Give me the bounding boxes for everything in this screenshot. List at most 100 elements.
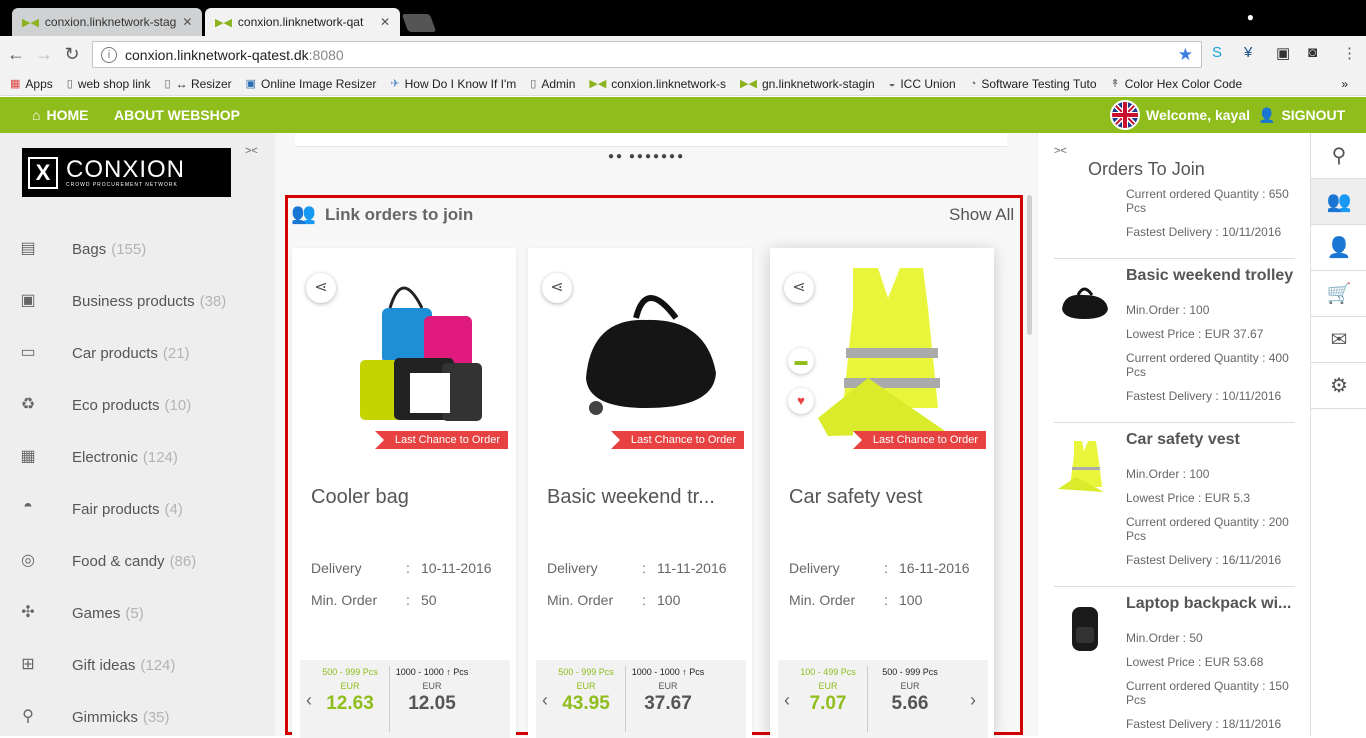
vest-thumbnail xyxy=(1058,441,1104,492)
heart-icon[interactable]: ♥ xyxy=(788,388,814,414)
next-tier-arrow-icon[interactable]: › xyxy=(970,690,976,711)
category-bags[interactable]: ▤ Bags (155) xyxy=(16,238,146,260)
conxion-favicon-icon: ▶◀ xyxy=(215,16,232,29)
browser-tab-1[interactable]: ▶◀ conxion.linknetwork-stag ✕ xyxy=(12,8,202,36)
menu-dots-icon[interactable]: ⋮ xyxy=(1342,44,1357,62)
browser-profile-icon[interactable]: ● xyxy=(1247,10,1254,24)
home-link[interactable]: ⌂ HOME xyxy=(32,107,88,123)
about-webshop-link[interactable]: ABOUT WEBSHOP xyxy=(114,107,240,123)
share-icon[interactable]: ⋖ xyxy=(306,273,336,303)
bookmark-color-hex[interactable]: ↟ Color Hex Color Code xyxy=(1111,77,1243,91)
bookmark-icc-union[interactable]: ◒ ICC Union xyxy=(889,77,956,91)
cooler-bag-image xyxy=(360,286,482,421)
bookmarks-overflow[interactable]: » xyxy=(1341,77,1348,91)
product-card-weekend-trolley[interactable]: ⋖ Last Chance to Order Basic weekend tr.… xyxy=(528,248,752,738)
new-tab-button[interactable] xyxy=(401,14,437,32)
user-icon[interactable]: 👤 xyxy=(1311,225,1366,271)
category-car-products[interactable]: ▭ Car products (21) xyxy=(16,342,189,364)
close-tab-icon[interactable]: ✕ xyxy=(182,15,192,29)
wand-icon: ⚲ xyxy=(22,708,34,725)
bird-icon: ✈ xyxy=(390,78,400,90)
tier-price: 5.66 xyxy=(891,693,929,714)
bookmark-gn-linknetwork[interactable]: ▶◀ gn.linknetwork-stagin xyxy=(740,77,875,91)
category-label: Games xyxy=(72,604,121,622)
product-title[interactable]: Basic weekend tr... xyxy=(547,486,737,509)
info-icon[interactable]: i xyxy=(101,46,117,63)
logo-tagline: CROWD PROCUREMENT NETWORK xyxy=(66,181,178,188)
scrollbar[interactable] xyxy=(1027,195,1032,335)
category-games[interactable]: ✣ Games (5) xyxy=(16,602,143,624)
extension-2-icon[interactable]: ◙ xyxy=(1308,44,1317,61)
bookmark-how-do-i-know[interactable]: ✈ How Do I Know If I'm xyxy=(390,77,516,91)
category-electronic[interactable]: ▦ Electronic (124) xyxy=(16,446,177,468)
folder-icon[interactable]: ▬ xyxy=(788,348,814,374)
screen-capture-icon[interactable]: ▣ xyxy=(1276,44,1290,62)
cart-icon[interactable]: 🛒 xyxy=(1311,271,1366,317)
section-title: Link orders to join xyxy=(325,205,474,224)
conxion-icon: ▶◀ xyxy=(740,78,757,90)
back-arrow-icon[interactable]: ← xyxy=(4,44,28,65)
bookmark-conxion[interactable]: ▶◀ conxion.linknetwork-s xyxy=(589,77,726,91)
signout-button[interactable]: 👤 SIGNOUT xyxy=(1258,107,1345,124)
category-eco-products[interactable]: ♻ Eco products (10) xyxy=(16,394,191,416)
order-item-title[interactable]: Basic weekend trolley xyxy=(1126,267,1304,285)
browser-tab-2[interactable]: ▶◀ conxion.linknetwork-qat ✕ xyxy=(205,8,400,36)
order-item-title[interactable]: Car safety vest xyxy=(1126,431,1304,449)
collapse-sidebar-icon[interactable]: >< xyxy=(245,145,258,157)
category-business-products[interactable]: ▣ Business products (38) xyxy=(16,290,226,312)
tier-range: 500 - 999 Pcs xyxy=(322,667,378,677)
min-order-row: Min. Order:50 xyxy=(311,592,437,608)
share-icon[interactable]: ⋖ xyxy=(542,273,572,303)
category-label: Business products xyxy=(72,292,195,310)
bookmark-admin[interactable]: ▯ Admin xyxy=(530,77,575,91)
product-title[interactable]: Car safety vest xyxy=(789,486,979,509)
bookmark-resizer[interactable]: ▯ ↔ Resizer xyxy=(165,77,232,91)
mail-icon[interactable]: ✉ xyxy=(1311,317,1366,363)
tier-currency: EUR xyxy=(576,681,596,691)
bookmark-online-image-resizer[interactable]: ▣ Online Image Resizer xyxy=(246,77,377,91)
tier-range: 500 - 999 Pcs xyxy=(558,667,614,677)
category-gimmicks[interactable]: ⚲ Gimmicks (35) xyxy=(16,706,170,728)
product-card-car-safety-vest[interactable]: ⋖ ▬ ♥ Last Chance to Order Car safety ve… xyxy=(770,248,994,738)
page-icon: ▯ xyxy=(530,78,537,90)
user-icon: 👤 xyxy=(1258,107,1276,123)
image-icon: ▣ xyxy=(245,78,257,90)
product-title[interactable]: Cooler bag xyxy=(311,486,501,509)
share-icon[interactable]: ⋖ xyxy=(784,273,814,303)
candy-icon: ◎ xyxy=(21,552,35,569)
uk-flag-icon[interactable] xyxy=(1110,100,1140,130)
bookmark-star-icon[interactable]: ★ xyxy=(1178,45,1193,65)
reload-icon[interactable]: ↻ xyxy=(60,44,84,65)
product-card-cooler-bag[interactable]: ⋖ Last Chance to Order Cooler bag Delive… xyxy=(292,248,516,738)
order-price: Lowest Price : EUR 37.67 xyxy=(1126,327,1264,341)
forward-arrow-icon[interactable]: → xyxy=(32,44,56,65)
close-tab-icon[interactable]: ✕ xyxy=(380,15,390,29)
category-gift-ideas[interactable]: ⊞ Gift ideas (124) xyxy=(16,654,175,676)
skype-icon[interactable]: S xyxy=(1212,44,1222,61)
carousel-dots[interactable]: ●● ●●●●●●● xyxy=(608,151,685,162)
collapse-panel-icon[interactable]: >< xyxy=(1054,145,1067,157)
category-fair-products[interactable]: ◓ Fair products (4) xyxy=(16,498,183,520)
price-tier: 1000 - 1000 ↑ Pcs EUR 12.05 xyxy=(392,667,472,715)
conxion-logo[interactable]: X CONXION CROWD PROCUREMENT NETWORK xyxy=(22,148,231,197)
briefcase-icon: ▣ xyxy=(20,292,36,309)
category-food-candy[interactable]: ◎ Food & candy (86) xyxy=(16,550,196,572)
address-bar[interactable]: i conxion.linknetwork-qatest.dk:8080 ★ xyxy=(92,41,1202,68)
group-icon[interactable]: 👥 xyxy=(1311,179,1366,225)
show-all-link[interactable]: Show All xyxy=(949,205,1014,225)
order-item-title[interactable]: Laptop backpack wi... xyxy=(1126,595,1304,613)
backpack-thumbnail xyxy=(1072,607,1098,651)
bookmark-software-testing[interactable]: ◔ Software Testing Tuto xyxy=(970,77,1097,91)
category-count: (35) xyxy=(142,708,170,726)
bookmark-apps[interactable]: ▦ Apps xyxy=(10,77,53,91)
right-icon-column: ⚲ 👥 👤 🛒 ✉ ⚙ xyxy=(1310,133,1366,736)
settings-icon[interactable]: ⚙ xyxy=(1311,363,1366,409)
search-icon[interactable]: ⚲ xyxy=(1311,133,1366,179)
delivery-label: Delivery xyxy=(547,560,598,576)
panel-title: Orders To Join xyxy=(1088,159,1205,179)
tier-price: 12.05 xyxy=(408,693,456,714)
delivery-row: Delivery:16-11-2016 xyxy=(789,560,970,576)
extension-icon[interactable]: ¥ xyxy=(1244,44,1252,61)
bookmark-web-shop-link[interactable]: ▯ web shop link xyxy=(67,77,151,91)
last-chance-ribbon: Last Chance to Order xyxy=(610,431,744,449)
